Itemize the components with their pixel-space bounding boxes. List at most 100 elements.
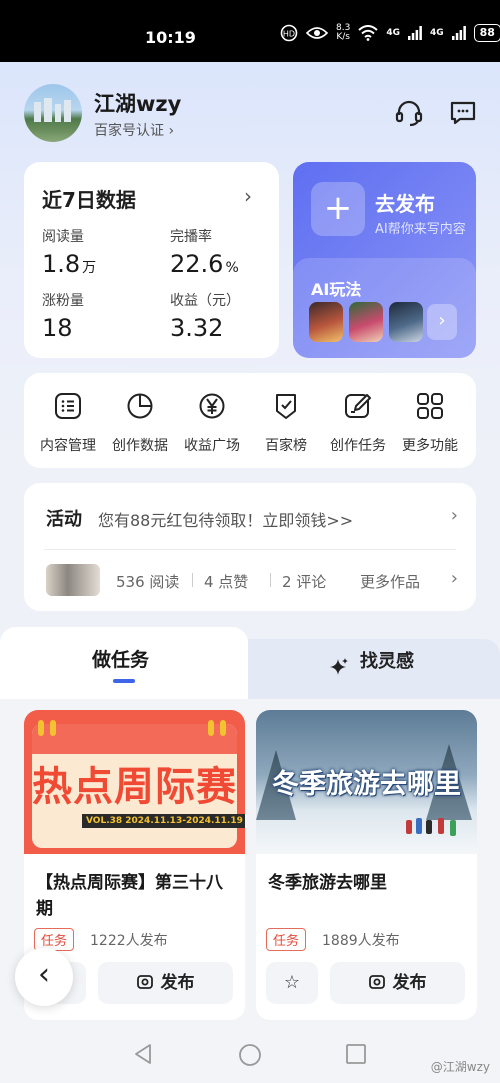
activity-label: 活动 — [46, 509, 82, 530]
customer-service-icon[interactable] — [394, 98, 424, 128]
star-icon: ☆ — [283, 972, 301, 993]
nav-recents-icon[interactable] — [345, 1043, 367, 1065]
func-label: 收益广场 — [184, 438, 240, 454]
publish-card[interactable]: + 去发布 AI帮你来写内容 AI玩法 › — [293, 162, 476, 358]
watermark: @江湖wzy — [430, 1060, 490, 1074]
task-title[interactable]: 冬季旅游去哪里 — [268, 870, 468, 896]
camera-icon — [368, 975, 385, 989]
chevron-right-icon[interactable]: › — [451, 505, 458, 526]
chevron-right-icon[interactable]: › — [451, 568, 458, 589]
system-nav-bar — [0, 1025, 500, 1083]
func-content-management[interactable]: 内容管理 — [28, 373, 108, 468]
banner-title: 热点周际赛 — [32, 764, 237, 810]
func-more[interactable]: 更多功能 — [390, 373, 470, 468]
banner-title: 冬季旅游去哪里 — [272, 769, 461, 800]
sparkle-icon — [330, 658, 348, 675]
battery-level: 88 — [473, 24, 500, 42]
more-works-link[interactable]: 更多作品 — [360, 571, 420, 592]
stat-value: 3.32 — [170, 314, 224, 342]
func-label: 创作任务 — [330, 438, 386, 454]
signal-4g-label-1: 4G — [386, 28, 400, 38]
func-label: 创作数据 — [112, 438, 168, 454]
func-label: 内容管理 — [40, 438, 96, 454]
nav-back-icon[interactable] — [132, 1043, 154, 1065]
certification-label: 百家号认证 — [94, 123, 164, 139]
func-label: 更多功能 — [402, 438, 458, 454]
stat-label: 完播率 — [170, 229, 212, 245]
certification-link[interactable]: 百家号认证 › — [94, 120, 174, 140]
divider — [44, 549, 456, 550]
ai-template-thumb[interactable] — [309, 302, 343, 342]
profile-header: 江湖wzy 百家号认证 › — [24, 84, 476, 144]
plus-icon[interactable]: + — [311, 182, 365, 236]
chevron-right-icon[interactable]: › — [244, 184, 252, 208]
seven-day-data-card[interactable]: 近7日数据 › 阅读量 1.8 万 完播率 22.6% 涨粉量 18 收益（元） … — [24, 162, 279, 358]
stat-label: 涨粉量 — [42, 293, 84, 309]
signal-bars-icon — [451, 26, 466, 40]
publish-label: 发布 — [392, 973, 427, 993]
chevron-right-icon[interactable]: › — [427, 304, 457, 340]
signal-4g-label-2: 4G — [429, 28, 444, 38]
publish-title[interactable]: 去发布 — [375, 188, 435, 217]
tab-bar: 做任务 找灵感 — [0, 627, 500, 699]
profile-name[interactable]: 江湖wzy — [94, 88, 181, 118]
net-speed-unit: K/s — [336, 32, 350, 42]
publish-label: 发布 — [160, 973, 195, 993]
back-button[interactable]: ‹ — [15, 948, 73, 1006]
task-banner[interactable]: 冬季旅游去哪里 — [256, 710, 477, 854]
edit-task-icon — [345, 394, 371, 418]
avatar[interactable] — [24, 84, 82, 142]
stat-unit: % — [225, 260, 239, 276]
activity-banner-link[interactable]: 您有88元红包待领取！立即领钱>> — [98, 507, 353, 531]
stat-completion-rate: 完播率 22.6% — [170, 226, 239, 278]
stat-value: 22.6 — [170, 250, 224, 278]
publish-button[interactable]: 发布 — [98, 962, 233, 1004]
status-bar: 10:19 HD 8.3 K/s 4G 4G 88 — [0, 0, 500, 62]
svg-text:HD: HD — [283, 30, 295, 39]
tab-do-task[interactable]: 做任务 — [0, 627, 248, 699]
signal-bars-icon — [407, 26, 422, 40]
chevron-right-icon: › — [168, 123, 175, 139]
task-title[interactable]: 【热点周际赛】第三十八期 — [36, 870, 236, 922]
func-earnings-square[interactable]: 收益广场 — [172, 373, 252, 468]
work-reads: 536 阅读 — [116, 573, 180, 591]
banner-subtitle: VOL.38 2024.11.13-2024.11.19 — [82, 814, 245, 828]
ai-play-title: AI玩法 — [311, 280, 362, 299]
task-tag: 任务 — [266, 928, 307, 951]
task-publish-count: 1222人发布 — [90, 933, 168, 949]
badge-icon — [276, 394, 296, 419]
hd-call-icon: HD — [280, 24, 298, 42]
divider — [270, 573, 271, 587]
publish-subtitle: AI帮你来写内容 — [375, 222, 466, 237]
work-likes: 4 点赞 — [204, 573, 249, 591]
activity-card: 活动 您有88元红包待领取！立即领钱>> › 536 阅读 4 点赞 2 评论 … — [24, 483, 476, 611]
func-baijia-rank[interactable]: 百家榜 — [246, 373, 326, 468]
stat-label: 收益（元） — [170, 293, 240, 309]
stat-followers: 涨粉量 18 — [42, 290, 84, 342]
wifi-icon — [358, 25, 378, 41]
grid-icon — [417, 393, 443, 419]
favorite-button[interactable]: ☆ — [266, 962, 318, 1004]
publish-button[interactable]: 发布 — [330, 962, 465, 1004]
task-card[interactable]: 冬季旅游去哪里 冬季旅游去哪里 任务 1889人发布 ☆ 发布 — [256, 710, 477, 1020]
stat-label: 阅读量 — [42, 229, 84, 245]
func-creation-data[interactable]: 创作数据 — [100, 373, 180, 468]
work-thumbnail[interactable] — [46, 564, 100, 596]
nav-home-icon[interactable] — [238, 1043, 262, 1067]
message-icon[interactable] — [448, 98, 478, 128]
stat-earnings: 收益（元） 3.32 — [170, 290, 240, 342]
ai-template-thumb[interactable] — [389, 302, 423, 342]
ai-play-panel[interactable]: AI玩法 › — [293, 258, 476, 358]
func-creation-task[interactable]: 创作任务 — [318, 373, 398, 468]
task-banner[interactable]: 热点周际赛 VOL.38 2024.11.13-2024.11.19 — [24, 710, 245, 854]
pie-chart-icon — [127, 393, 153, 419]
stat-value: 18 — [42, 314, 73, 342]
status-icons: HD 8.3 K/s 4G 4G 88 — [280, 24, 500, 42]
data-card-title: 近7日数据 — [42, 188, 136, 212]
tab-active-indicator — [113, 679, 135, 683]
yen-icon — [199, 393, 225, 419]
stat-value: 1.8 — [42, 250, 81, 278]
ai-template-thumb[interactable] — [349, 302, 383, 342]
stat-reads: 阅读量 1.8 万 — [42, 226, 96, 278]
tab-inspiration-label[interactable]: 找灵感 — [360, 647, 414, 673]
